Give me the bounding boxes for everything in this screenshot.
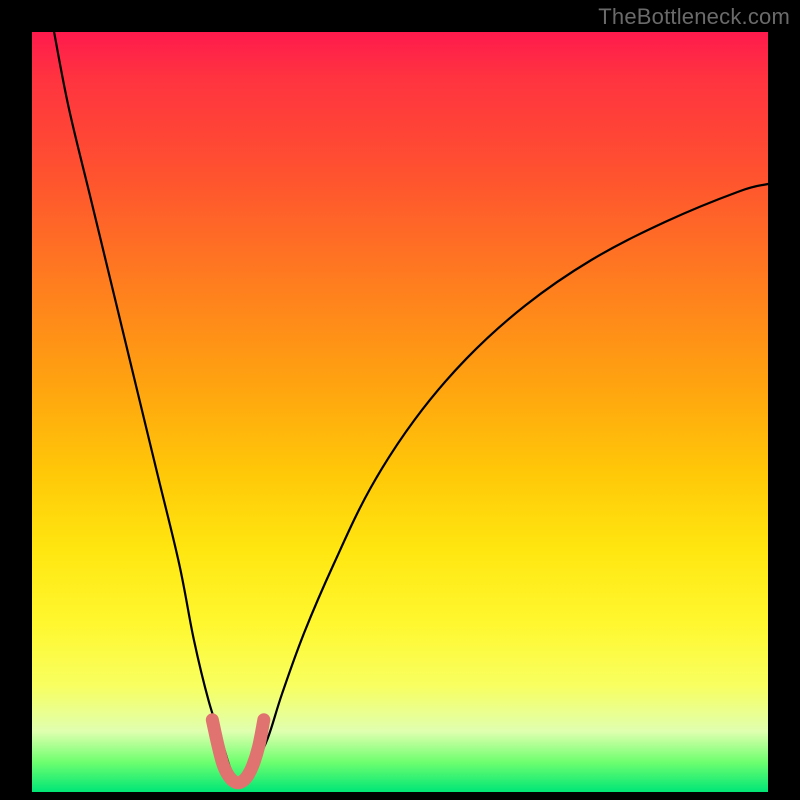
minimum-highlight xyxy=(212,720,264,783)
plot-area xyxy=(32,32,768,792)
watermark-text: TheBottleneck.com xyxy=(598,4,790,30)
chart-frame: TheBottleneck.com xyxy=(0,0,800,800)
bottleneck-curve xyxy=(54,32,768,782)
curve-svg xyxy=(32,32,768,792)
